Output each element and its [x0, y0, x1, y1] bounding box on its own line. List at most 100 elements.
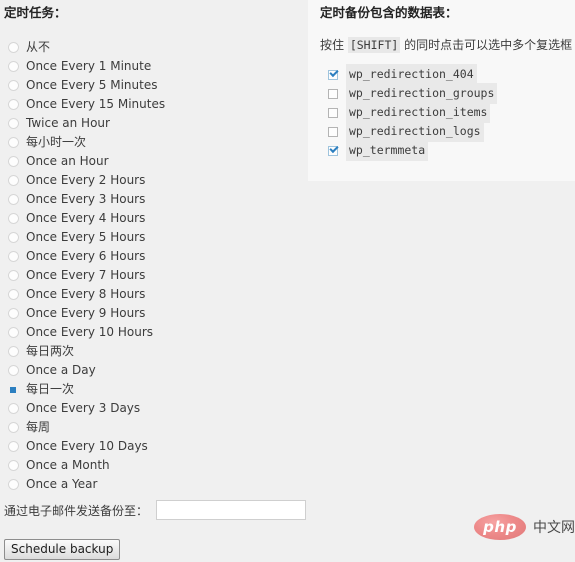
schedule-option-label: Once Every 4 Hours	[26, 211, 146, 225]
watermark: php 中文网	[474, 514, 575, 540]
table-name-label: wp_redirection_groups	[346, 83, 498, 104]
schedule-option-row[interactable]: 每周	[4, 418, 304, 437]
schedule-option-row[interactable]: Twice an Hour	[4, 114, 304, 133]
schedule-option-label: Once Every 15 Minutes	[26, 97, 166, 111]
schedule-option-row[interactable]: Once Every 7 Hours	[4, 266, 304, 285]
schedule-option-label: 每周	[26, 420, 51, 434]
schedule-option-row[interactable]: 每日两次	[4, 342, 304, 361]
radio-unchecked-icon[interactable]	[8, 232, 19, 243]
radio-unchecked-icon[interactable]	[8, 327, 19, 338]
schedule-option-row[interactable]: Once Every 9 Hours	[4, 304, 304, 323]
schedule-option-label: Once Every 10 Days	[26, 439, 148, 453]
schedule-option-row[interactable]: Once a Day	[4, 361, 304, 380]
schedule-option-label: Once Every 9 Hours	[26, 306, 146, 320]
radio-unchecked-icon[interactable]	[8, 99, 19, 110]
schedule-option-row[interactable]: 每日一次	[4, 380, 304, 399]
schedule-option-label: Once Every 3 Days	[26, 401, 141, 415]
radio-unchecked-icon[interactable]	[8, 42, 19, 53]
radio-unchecked-icon[interactable]	[8, 61, 19, 72]
schedule-backup-button[interactable]: Schedule backup	[4, 539, 121, 560]
schedule-option-label: Once a Year	[26, 477, 98, 491]
schedule-option-row[interactable]: Once Every 5 Hours	[4, 228, 304, 247]
radio-unchecked-icon[interactable]	[8, 156, 19, 167]
checkbox-unchecked-icon[interactable]	[328, 88, 338, 99]
radio-unchecked-icon[interactable]	[8, 137, 19, 148]
radio-unchecked-icon[interactable]	[8, 422, 19, 433]
schedule-option-label: Once Every 8 Hours	[26, 287, 146, 301]
schedule-option-row[interactable]: Once an Hour	[4, 152, 304, 171]
schedule-option-label: Once a Day	[26, 363, 96, 377]
radio-unchecked-icon[interactable]	[8, 403, 19, 414]
table-name-label: wp_redirection_items	[346, 102, 491, 123]
checkbox-unchecked-icon[interactable]	[328, 107, 338, 118]
table-name-label: wp_redirection_404	[346, 64, 477, 85]
radio-unchecked-icon[interactable]	[8, 346, 19, 357]
schedule-option-label: 每日两次	[26, 344, 75, 358]
hint-prefix-text: 按住	[320, 38, 348, 52]
tables-panel: 定时备份包含的数据表： 按住 [SHIFT] 的同时点击可以选中多个复选框 wp…	[308, 0, 575, 181]
schedule-option-label: 每小时一次	[26, 135, 87, 149]
radio-unchecked-icon[interactable]	[8, 479, 19, 490]
watermark-badge-label: php	[483, 518, 517, 536]
watermark-suffix-label: 中文网	[533, 520, 575, 536]
radio-unchecked-icon[interactable]	[8, 460, 19, 471]
schedule-option-label: 每日一次	[26, 382, 75, 396]
schedule-option-row[interactable]: Once a Month	[4, 456, 304, 475]
schedule-option-row[interactable]: Once Every 10 Hours	[4, 323, 304, 342]
schedule-option-row[interactable]: Once Every 10 Days	[4, 437, 304, 456]
table-checkbox-row[interactable]: wp_redirection_items	[308, 102, 575, 123]
radio-unchecked-icon[interactable]	[8, 365, 19, 376]
radio-unchecked-icon[interactable]	[8, 213, 19, 224]
schedule-option-row[interactable]: Once Every 4 Hours	[4, 209, 304, 228]
backup-email-row: 通过电子邮件发送备份至：	[4, 500, 307, 520]
checkbox-checked-icon[interactable]	[328, 69, 338, 80]
tables-checkbox-group[interactable]: wp_redirection_404 wp_redirection_groups w…	[308, 64, 575, 161]
schedule-option-row[interactable]: Once a Year	[4, 475, 304, 494]
schedule-option-label: 从不	[26, 40, 51, 54]
radio-unchecked-icon[interactable]	[8, 289, 19, 300]
schedule-option-label: Twice an Hour	[26, 116, 110, 130]
radio-unchecked-icon[interactable]	[8, 118, 19, 129]
radio-unchecked-icon[interactable]	[8, 194, 19, 205]
radio-unchecked-icon[interactable]	[8, 308, 19, 319]
schedule-option-row[interactable]: Once Every 3 Hours	[4, 190, 304, 209]
table-name-label: wp_redirection_logs	[346, 121, 484, 142]
table-checkbox-row[interactable]: wp_redirection_404	[308, 64, 575, 85]
radio-unchecked-icon[interactable]	[8, 441, 19, 452]
schedule-option-row[interactable]: 每小时一次	[4, 133, 304, 152]
radio-unchecked-icon[interactable]	[8, 80, 19, 91]
radio-unchecked-icon[interactable]	[8, 251, 19, 262]
schedule-option-row[interactable]: Once Every 3 Days	[4, 399, 304, 418]
schedule-option-row[interactable]: Once Every 1 Minute	[4, 57, 304, 76]
table-name-label: wp_termmeta	[346, 140, 429, 161]
schedule-option-label: Once Every 5 Hours	[26, 230, 146, 244]
schedule-option-row[interactable]: Once Every 2 Hours	[4, 171, 304, 190]
checkbox-unchecked-icon[interactable]	[328, 126, 338, 137]
table-checkbox-row[interactable]: wp_redirection_logs	[308, 121, 575, 142]
schedule-option-row[interactable]: Once Every 6 Hours	[4, 247, 304, 266]
radio-checked-icon[interactable]	[8, 384, 19, 395]
backup-email-label: 通过电子邮件发送备份至：	[4, 503, 149, 518]
backup-email-input[interactable]	[156, 500, 307, 520]
php-logo-icon: php	[474, 514, 526, 540]
schedule-option-row[interactable]: Once Every 5 Minutes	[4, 76, 304, 95]
schedule-option-label: Once Every 3 Hours	[26, 192, 146, 206]
schedule-option-row[interactable]: Once Every 8 Hours	[4, 285, 304, 304]
table-checkbox-row[interactable]: wp_termmeta	[308, 140, 575, 161]
schedule-option-label: Once Every 2 Hours	[26, 173, 146, 187]
schedule-option-label: Once Every 1 Minute	[26, 59, 152, 73]
schedule-option-label: Once Every 6 Hours	[26, 249, 146, 263]
checkbox-checked-icon[interactable]	[328, 145, 338, 156]
schedule-option-label: Once Every 10 Hours	[26, 325, 154, 339]
radio-unchecked-icon[interactable]	[8, 175, 19, 186]
schedule-radio-group[interactable]: 从不 Once Every 1 Minute Once Every 5 Minute…	[4, 38, 304, 494]
shift-multiselect-hint: 按住 [SHIFT] 的同时点击可以选中多个复选框	[320, 37, 575, 53]
schedule-option-label: Once Every 7 Hours	[26, 268, 146, 282]
schedule-option-row[interactable]: Once Every 15 Minutes	[4, 95, 304, 114]
schedule-heading: 定时任务：	[4, 5, 67, 20]
schedule-option-row[interactable]: 从不	[4, 38, 304, 57]
table-checkbox-row[interactable]: wp_redirection_groups	[308, 83, 575, 104]
radio-unchecked-icon[interactable]	[8, 270, 19, 281]
tables-panel-heading: 定时备份包含的数据表：	[320, 5, 458, 20]
schedule-option-label: Once Every 5 Minutes	[26, 78, 158, 92]
